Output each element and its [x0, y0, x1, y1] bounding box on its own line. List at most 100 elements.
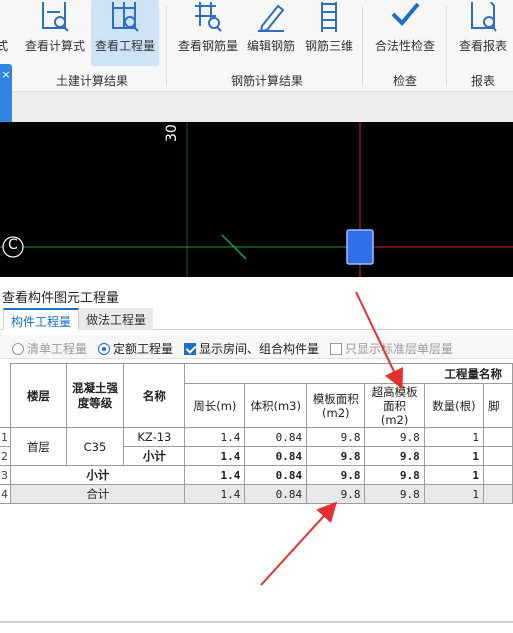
table-row[interactable]: 1 首层 C35 KZ-13 1.4 0.84 9.8 9.8 1 [0, 427, 513, 466]
radio-on-icon [98, 343, 110, 355]
list-quantity-label: 清单工程量 [27, 342, 88, 356]
cell-high-formwork[interactable]: 9.8 [364, 484, 425, 504]
cell-perimeter[interactable]: 1.4 [184, 465, 246, 485]
cell-cut[interactable] [482, 465, 513, 485]
cell-volume[interactable]: 0.84 [244, 484, 308, 504]
view-formula-label: 查看计算式 [24, 39, 85, 53]
cell-perimeter[interactable]: 1.4 [184, 427, 246, 447]
formula-icon [42, 2, 69, 32]
cell-volume[interactable]: 0.84 [244, 465, 308, 485]
cell-count[interactable]: 1 [423, 465, 484, 485]
rebar-3d-icon [321, 2, 337, 32]
table-search-icon [112, 2, 139, 32]
view-rebar-button[interactable]: 查看钢筋量 [175, 0, 241, 66]
pencil-icon [258, 4, 285, 32]
cell-total-label[interactable]: 合计 [10, 484, 186, 504]
cell-grade[interactable]: C35 [65, 427, 125, 466]
view-quantity-button[interactable]: 查看工程量 [91, 0, 159, 66]
only-std-floor-checkbox[interactable]: 只显示标准层单层量 [330, 340, 453, 357]
edit-rebar-label: 编辑钢筋 [246, 39, 295, 53]
dimension-label: 30 [164, 124, 180, 142]
col-count: 数量(根) [423, 383, 484, 428]
col-formwork-area: 模板面积(m2) [306, 383, 366, 428]
cell-cut[interactable] [482, 446, 513, 466]
cell-cut[interactable] [482, 484, 513, 504]
checkbox-checked-icon [184, 343, 196, 355]
cell-perimeter[interactable]: 1.4 [184, 484, 246, 504]
table-row[interactable]: 3 小计 1.4 0.84 9.8 9.8 1 [0, 465, 513, 485]
cell-name[interactable]: KZ-13 [123, 427, 186, 447]
cell-floor[interactable]: 首层 [10, 427, 67, 466]
ribbon-cut-label: 式 [0, 39, 9, 53]
row-number: 2 [0, 446, 12, 466]
col-floor: 楼层 [10, 363, 67, 428]
cell-high-formwork[interactable]: 9.8 [364, 465, 425, 485]
group-label-report: 报表 [470, 74, 495, 88]
cell-formwork[interactable]: 9.8 [306, 446, 366, 466]
formwork-area-header: 模板面积(m2) [312, 391, 359, 420]
cell-volume[interactable]: 0.84 [244, 427, 308, 447]
view-report-label: 查看报表 [458, 39, 507, 53]
high-formwork-area-header: 超高模板面积(m2) [371, 384, 418, 427]
show-rooms-checkbox[interactable]: 显示房间、组合构件量 [184, 340, 319, 357]
cell-formwork[interactable]: 9.8 [306, 484, 366, 504]
col-name: 名称 [123, 363, 186, 428]
table-row[interactable]: 4 合计 1.4 0.84 9.8 9.8 1 [0, 484, 513, 504]
view-formula-button[interactable]: 查看计算式 [22, 0, 88, 66]
col-concrete-grade: 混凝土强度等级 [65, 363, 125, 428]
cell-subtotal-label[interactable]: 小计 [10, 465, 186, 485]
cell-count[interactable]: 1 [423, 446, 484, 466]
cell-perimeter[interactable]: 1.4 [184, 446, 246, 466]
group-separator [362, 6, 363, 86]
options-bar: 清单工程量 定额工程量 显示房间、组合构件量 只显示标准层单层量 [0, 335, 513, 359]
tab-component-quantity[interactable]: 构件工程量 [3, 308, 80, 330]
group-label-rebar: 钢筋计算结果 [230, 74, 303, 88]
legality-check-label: 合法性检查 [374, 39, 435, 53]
cell-count[interactable]: 1 [423, 427, 484, 447]
cell-name[interactable]: 小计 [123, 446, 186, 466]
concrete-grade-header: 混凝土强度等级 [72, 380, 118, 410]
group-separator [166, 6, 167, 86]
row-number: 4 [0, 484, 12, 504]
rebar-3d-label: 钢筋三维 [304, 39, 353, 53]
column-kz13[interactable] [346, 229, 374, 265]
group-label-civil: 土建计算结果 [55, 74, 128, 88]
col-high-formwork-area: 超高模板面积(m2) [364, 383, 425, 428]
col-volume: 体积(m3) [244, 383, 308, 428]
checkbox-unchecked-icon [330, 343, 342, 355]
checkmark-icon [391, 2, 420, 26]
drawing-canvas[interactable]: C 30 [0, 122, 513, 277]
rebar-3d-button[interactable]: 钢筋三维 [301, 0, 357, 66]
quantity-panel: 查看构件图元工程量 构件工程量 做法工程量 清单工程量 定额工程量 显示房间、组… [0, 277, 513, 633]
cell-count[interactable]: 1 [423, 484, 484, 504]
toolbar-strip [0, 92, 513, 122]
quota-quantity-option[interactable]: 定额工程量 [98, 340, 173, 357]
row-header-corner [0, 363, 12, 428]
row-number: 1 [0, 427, 12, 447]
quantity-table: 楼层 混凝土强度等级 名称 工程量名称 周长(m) 体积(m3) 模板面积(m2… [0, 363, 513, 504]
group-label-check: 检查 [392, 74, 417, 88]
col-perimeter: 周长(m) [184, 383, 246, 428]
group-separator [446, 6, 447, 86]
ribbon-toolbar: 式 查看计算式 查看工程量 查看钢筋量 编辑钢筋 钢筋三维 合法性检查 查看报表… [0, 0, 513, 92]
col-group-quantity-name: 工程量名称 [184, 363, 513, 384]
canvas-drawing [0, 122, 513, 277]
quota-quantity-label: 定额工程量 [113, 342, 174, 356]
cell-formwork[interactable]: 9.8 [306, 427, 366, 447]
panel-bottom-border [0, 621, 513, 623]
edit-rebar-button[interactable]: 编辑钢筋 [243, 0, 299, 66]
view-report-button[interactable]: 查看报表 [453, 0, 513, 66]
cell-high-formwork[interactable]: 9.8 [364, 446, 425, 466]
cell-cut[interactable] [482, 427, 513, 447]
row-number: 3 [0, 465, 12, 485]
axis-label-c: C [8, 237, 18, 253]
legality-check-button[interactable]: 合法性检查 [370, 0, 440, 66]
only-std-floor-label: 只显示标准层单层量 [345, 342, 454, 356]
list-quantity-option[interactable]: 清单工程量 [12, 340, 87, 357]
close-icon[interactable]: × [0, 68, 12, 81]
col-cut: 脚 [482, 383, 513, 428]
tab-method-quantity[interactable]: 做法工程量 [79, 308, 154, 330]
cell-volume[interactable]: 0.84 [244, 446, 308, 466]
cell-high-formwork[interactable]: 9.8 [364, 427, 425, 447]
cell-formwork[interactable]: 9.8 [306, 465, 366, 485]
